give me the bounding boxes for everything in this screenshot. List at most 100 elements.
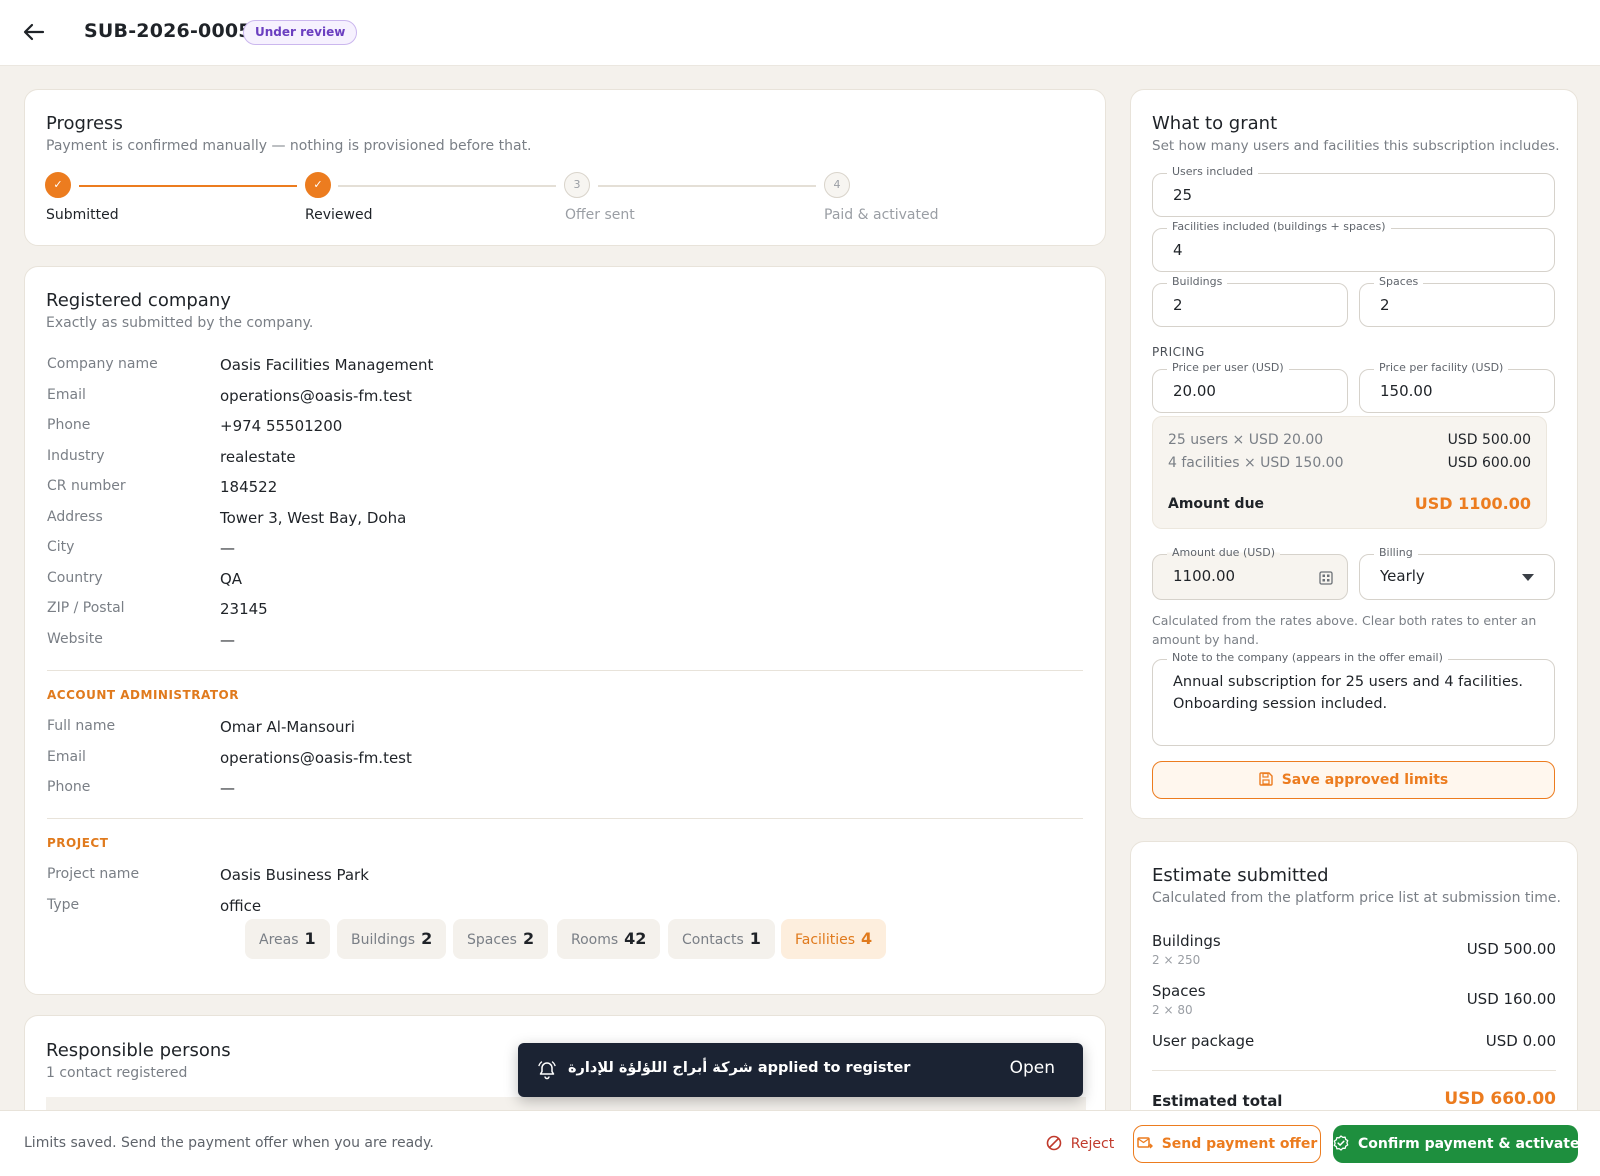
address-value: Tower 3, West Bay, Doha <box>220 509 407 527</box>
field-label: City <box>47 539 75 555</box>
price-per-user-value: 20.00 <box>1173 382 1216 400</box>
step-1-check-icon: ✓ <box>45 172 71 198</box>
estimated-total-label: Estimated total <box>1152 1092 1283 1110</box>
field-label: Amount due (USD) <box>1167 546 1281 559</box>
field-label: Type <box>47 897 80 913</box>
facilities-included-value: 4 <box>1173 241 1183 259</box>
zip-value: 23145 <box>220 600 268 618</box>
verified-check-icon <box>1333 1135 1349 1151</box>
city-value: — <box>220 539 235 557</box>
page-title: SUB-2026-0005 <box>84 20 252 42</box>
field-label: Price per user (USD) <box>1167 361 1289 374</box>
estimate-subtitle: Calculated from the platform price list … <box>1152 890 1561 906</box>
section-divider <box>47 818 1083 819</box>
grant-subtitle: Set how many users and facilities this s… <box>1152 138 1560 154</box>
admin-phone-value: — <box>220 779 235 797</box>
field-label: Industry <box>47 448 105 464</box>
step-connector-3 <box>598 185 816 187</box>
reject-button[interactable]: Reject <box>1040 1125 1120 1163</box>
field-label: Price per facility (USD) <box>1374 361 1509 374</box>
summary-facilities-amount: USD 600.00 <box>1447 455 1531 471</box>
price-per-user-field[interactable]: Price per user (USD) 20.00 <box>1152 361 1348 413</box>
amount-hint: Calculated from the rates above. Clear b… <box>1152 613 1537 647</box>
notification-toast: شركة أبراج اللؤلؤة للإدارة applied to re… <box>518 1043 1083 1097</box>
estimate-spaces-value: USD 160.00 <box>1466 990 1556 1008</box>
grant-title: What to grant <box>1152 113 1278 134</box>
industry-value: realestate <box>220 448 296 466</box>
chip-spaces: Spaces 2 <box>453 919 549 959</box>
estimate-title: Estimate submitted <box>1152 865 1329 886</box>
send-payment-offer-button[interactable]: Send payment offer <box>1133 1125 1321 1163</box>
facilities-included-field[interactable]: Facilities included (buildings + spaces)… <box>1152 220 1555 272</box>
field-label: Billing <box>1374 546 1418 559</box>
save-approved-limits-button[interactable]: Save approved limits <box>1152 761 1555 799</box>
field-label: Email <box>47 387 86 403</box>
field-label: Phone <box>47 417 91 433</box>
spaces-value: 2 <box>1380 296 1390 314</box>
step-3-label: Offer sent <box>565 207 635 223</box>
confirm-payment-activate-button[interactable]: Confirm payment & activate <box>1333 1125 1579 1163</box>
price-per-facility-field[interactable]: Price per facility (USD) 150.00 <box>1359 361 1555 413</box>
chip-buildings: Buildings 2 <box>337 919 447 959</box>
field-label: Address <box>47 509 103 525</box>
chip-areas: Areas 1 <box>245 919 330 959</box>
save-icon <box>1259 772 1273 786</box>
admin-section-heading: ACCOUNT ADMINISTRATOR <box>47 688 239 702</box>
field-label: Facilities included (buildings + spaces) <box>1167 220 1391 233</box>
field-label: Project name <box>47 866 140 882</box>
summary-users-line: 25 users × USD 20.00 <box>1168 432 1324 448</box>
progress-subtitle: Payment is confirmed manually — nothing … <box>46 138 532 154</box>
billing-select[interactable]: Billing Yearly <box>1359 546 1555 600</box>
back-button[interactable] <box>20 18 48 46</box>
project-type-value: office <box>220 897 262 915</box>
field-label: Company name <box>47 356 158 372</box>
cr-number-value: 184522 <box>220 478 278 496</box>
status-badge: Under review <box>243 20 358 45</box>
billing-value: Yearly <box>1380 567 1425 585</box>
admin-email-value: operations@oasis-fm.test <box>220 749 412 767</box>
users-included-value: 25 <box>1173 186 1193 204</box>
admin-name-value: Omar Al-Mansouri <box>220 718 355 736</box>
buildings-value: 2 <box>1173 296 1183 314</box>
field-label: Phone <box>47 779 91 795</box>
responsible-subtitle: 1 contact registered <box>46 1065 188 1081</box>
spaces-field[interactable]: Spaces 2 <box>1359 275 1555 327</box>
estimated-total-value: USD 660.00 <box>1444 1089 1556 1109</box>
company-title: Registered company <box>46 290 231 311</box>
field-label: CR number <box>47 478 126 494</box>
footer-status-text: Limits saved. Send the payment offer whe… <box>24 1135 434 1151</box>
summary-users-amount: USD 500.00 <box>1447 432 1531 448</box>
field-label: Users included <box>1167 165 1259 178</box>
field-label: Website <box>47 631 103 647</box>
chip-rooms: Rooms 42 <box>557 919 661 959</box>
section-divider <box>47 670 1083 671</box>
step-connector-2 <box>338 185 556 187</box>
summary-facilities-line: 4 facilities × USD 150.00 <box>1168 455 1344 471</box>
buildings-field[interactable]: Buildings 2 <box>1152 275 1348 327</box>
note-textarea[interactable]: Note to the company (appears in the offe… <box>1152 651 1555 746</box>
toast-message: شركة أبراج اللؤلؤة للإدارة applied to re… <box>568 1060 911 1076</box>
users-included-field[interactable]: Users included 25 <box>1152 165 1555 217</box>
pricing-heading: PRICING <box>1152 345 1205 359</box>
toast-open-button[interactable]: Open <box>1010 1058 1055 1078</box>
project-name-value: Oasis Business Park <box>220 866 369 884</box>
top-bar: SUB-2026-0005 Under review <box>0 0 1600 66</box>
send-mail-icon <box>1136 1137 1153 1149</box>
estimate-buildings-label: Buildings <box>1152 932 1221 950</box>
step-4-marker: 4 <box>824 172 850 198</box>
company-card: Registered company Exactly as submitted … <box>24 266 1106 995</box>
field-label: ZIP / Postal <box>47 600 125 616</box>
bell-icon <box>538 1061 556 1080</box>
estimate-spaces-label: Spaces <box>1152 982 1206 1000</box>
step-2-label: Reviewed <box>305 207 373 223</box>
arrow-left-icon <box>23 23 45 41</box>
company-email-value: operations@oasis-fm.test <box>220 387 412 405</box>
note-value: Annual subscription for 25 users and 4 f… <box>1173 674 1524 712</box>
estimate-divider <box>1152 1070 1556 1071</box>
company-name-value: Oasis Facilities Management <box>220 356 434 374</box>
project-section-heading: PROJECT <box>47 836 109 850</box>
action-bar: Limits saved. Send the payment offer whe… <box>0 1110 1600 1176</box>
chevron-down-icon <box>1522 574 1534 581</box>
amount-due-field[interactable]: Amount due (USD) 1100.00 <box>1152 546 1348 600</box>
price-summary: 25 users × USD 20.00 USD 500.00 4 facili… <box>1152 416 1547 529</box>
